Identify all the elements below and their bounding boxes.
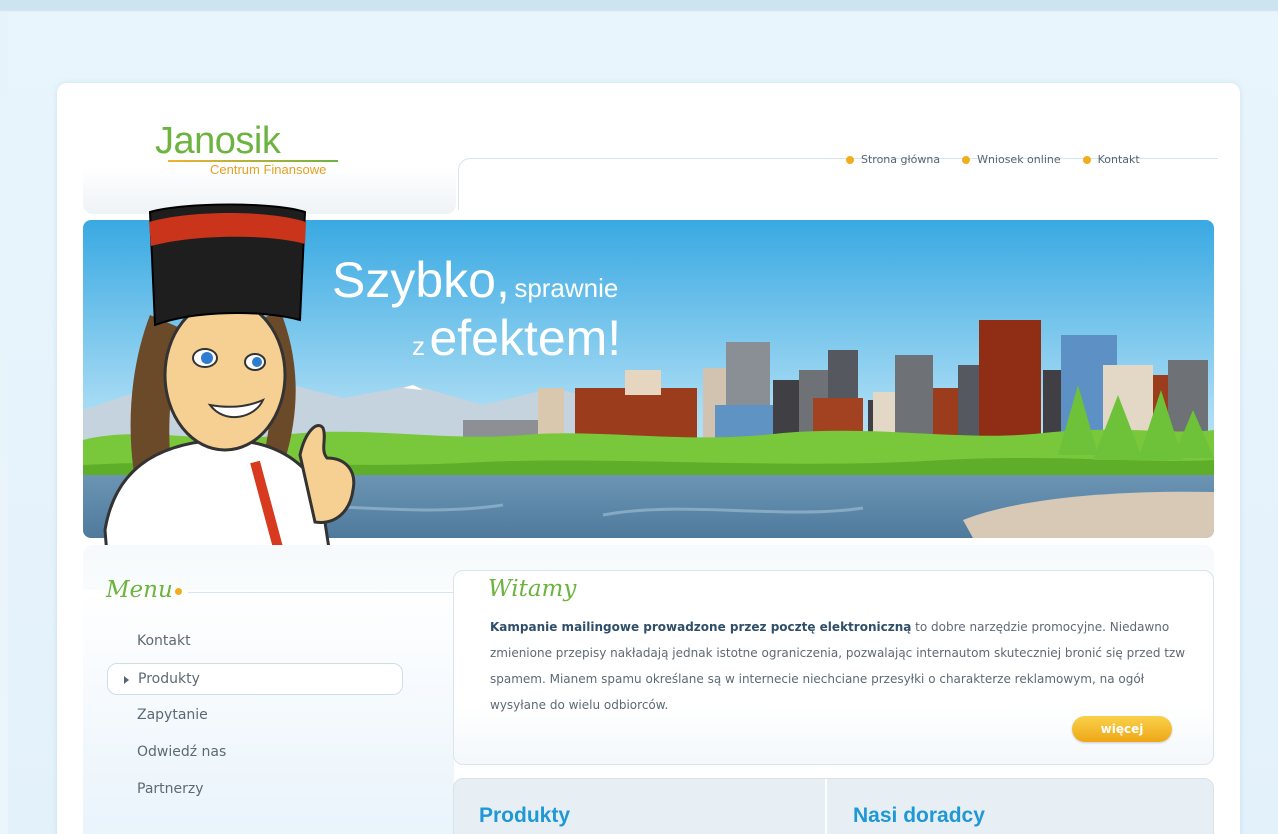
menu-item-contact[interactable]: Kontakt xyxy=(107,626,403,658)
logo-title[interactable]: Janosik xyxy=(155,120,281,163)
menu-title: Menu xyxy=(106,577,173,603)
slogan-word-with: z xyxy=(412,331,425,361)
products-heading: Produkty xyxy=(479,804,571,827)
side-menu: Kontakt Produkty Zapytanie Odwiedź nas P… xyxy=(107,626,403,811)
bottom-divider xyxy=(825,779,827,834)
bullet-icon xyxy=(962,155,971,164)
slogan-word-effect: efektem! xyxy=(429,310,622,366)
welcome-title: Witamy xyxy=(488,576,577,602)
menu-item-label: Kontakt xyxy=(137,633,191,649)
menu-item-visit-us[interactable]: Odwiedź nas xyxy=(107,737,403,769)
logo-subtitle: Centrum Finansowe xyxy=(210,162,327,177)
menu-item-inquiry[interactable]: Zapytanie xyxy=(107,700,403,732)
menu-item-products[interactable]: Produkty xyxy=(107,663,403,695)
welcome-text: Kampanie mailingowe prowadzone przez poc… xyxy=(490,614,1190,718)
menu-item-label: Produkty xyxy=(138,671,200,687)
bullet-icon xyxy=(175,588,182,595)
slogan-word-efficient: sprawnie xyxy=(514,273,619,303)
advisors-heading: Nasi doradcy xyxy=(853,804,985,827)
arrow-right-icon xyxy=(124,676,129,684)
nav-contact-label: Kontakt xyxy=(1097,153,1140,166)
menu-item-label: Zapytanie xyxy=(137,707,208,723)
more-button[interactable]: więcej xyxy=(1072,716,1172,742)
menu-item-label: Odwiedź nas xyxy=(137,744,227,760)
nav-online-application-label: Wniosek online xyxy=(977,153,1061,166)
menu-item-label: Partnerzy xyxy=(137,781,204,797)
nav-home-link[interactable]: Strona główna xyxy=(846,153,940,166)
slogan-line-2: z efektem! xyxy=(412,313,621,363)
nav-online-application-link[interactable]: Wniosek online xyxy=(962,153,1061,166)
welcome-lead: Kampanie mailingowe prowadzone przez poc… xyxy=(490,620,912,634)
bullet-icon xyxy=(1082,155,1091,164)
top-navigation: Strona główna Wniosek online Kontakt xyxy=(846,153,1140,166)
menu-item-partners[interactable]: Partnerzy xyxy=(107,774,403,806)
menu-title-divider xyxy=(188,592,453,593)
nav-contact-link[interactable]: Kontakt xyxy=(1082,153,1140,166)
mascot-illustration xyxy=(103,203,356,557)
banner-slogan: Szybko, sprawnie z efektem! xyxy=(332,255,621,363)
nav-home-label: Strona główna xyxy=(861,153,941,166)
bullet-icon xyxy=(846,155,854,164)
